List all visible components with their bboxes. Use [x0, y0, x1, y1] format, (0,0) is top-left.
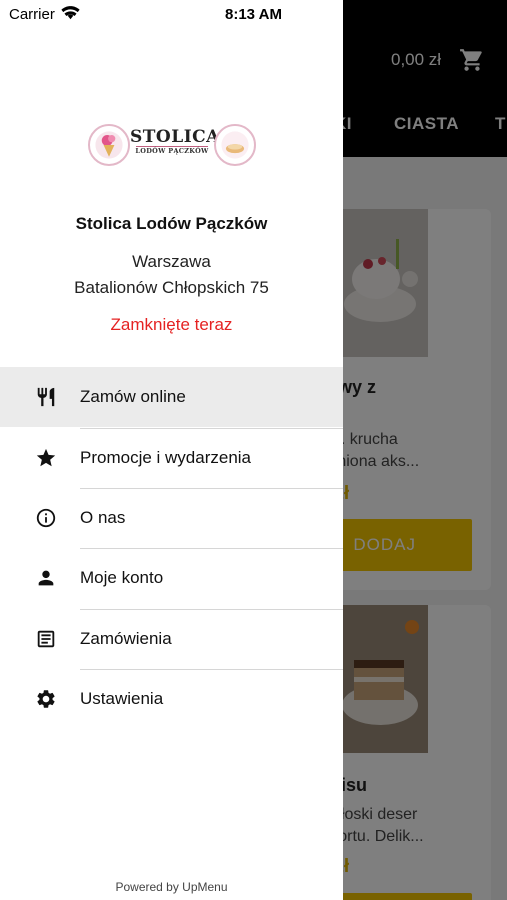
person-icon [38, 570, 54, 586]
utensils-icon [37, 387, 55, 407]
navigation-drawer: Carrier 8:13 AM STOLICA LODÓW PĄCZKÓW St… [0, 0, 343, 900]
menu-item-label: Zamów online [80, 387, 186, 406]
carrier-label: Carrier [9, 6, 55, 23]
opening-status: Zamknięte teraz [110, 315, 233, 334]
menu-item-label: Zamówienia [80, 629, 172, 648]
receipt-icon [37, 630, 55, 648]
menu-item-settings[interactable]: Ustawienia [0, 669, 343, 729]
menu-item-order-online[interactable]: Zamów online [0, 367, 343, 427]
menu-item-account[interactable]: Moje konto [0, 548, 343, 608]
restaurant-city: Warszawa [132, 252, 211, 271]
status-time: 8:13 AM [225, 6, 282, 23]
menu-item-promotions[interactable]: Promocje i wydarzenia [0, 428, 343, 488]
divider [80, 548, 343, 549]
info-icon [36, 508, 56, 528]
logo-subtitle: LODÓW PĄCZKÓW [135, 147, 209, 155]
divider [80, 609, 343, 610]
divider [80, 428, 343, 429]
menu-item-label: Ustawienia [80, 689, 164, 708]
divider [80, 488, 343, 489]
menu-item-orders[interactable]: Zamówienia [0, 609, 343, 669]
logo-name: STOLICA [130, 127, 220, 147]
divider [80, 669, 343, 670]
menu-item-label: Moje konto [80, 568, 164, 587]
restaurant-address: Batalionów Chłopskich 75 [74, 278, 269, 297]
powered-by-footer[interactable]: Powered by UpMenu [0, 880, 343, 894]
status-bar: Carrier 8:13 AM [0, 0, 343, 28]
donut-icon [214, 124, 256, 166]
star-icon [36, 448, 56, 467]
menu-item-label: O nas [80, 508, 126, 527]
ice-cream-icon [88, 124, 130, 166]
wifi-icon [61, 6, 80, 20]
menu-item-about[interactable]: O nas [0, 488, 343, 548]
restaurant-logo: STOLICA LODÓW PĄCZKÓW [88, 123, 256, 167]
menu-item-label: Promocje i wydarzenia [80, 448, 252, 467]
gear-icon [37, 690, 55, 708]
restaurant-name: Stolica Lodów Pączków [75, 214, 268, 233]
